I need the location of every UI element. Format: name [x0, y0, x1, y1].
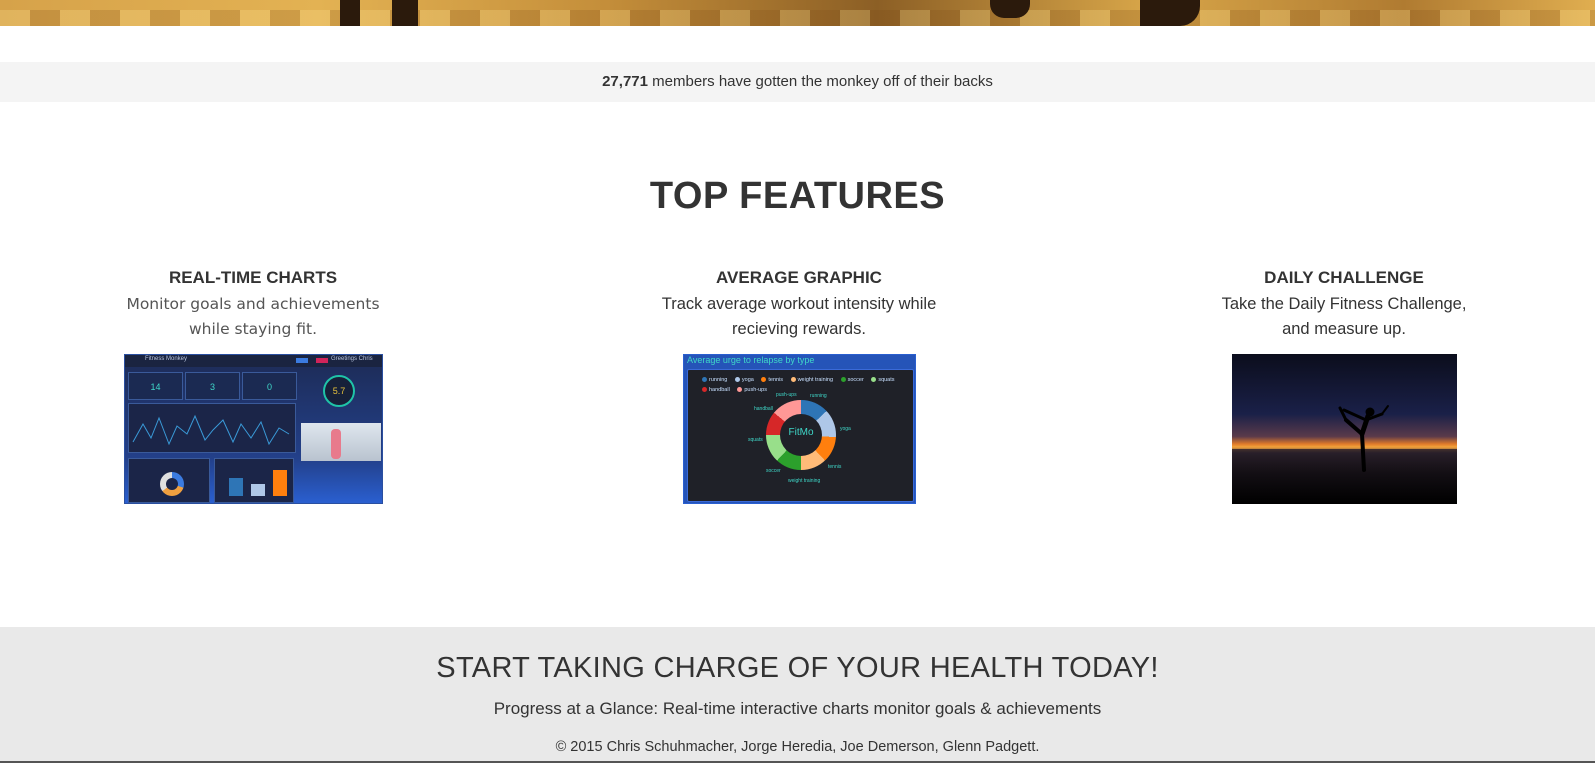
dashboard-stat-value: 14 [150, 382, 161, 392]
feature-real-time-charts: REAL-TIME CHARTS Monitor goals and achie… [63, 268, 443, 342]
hero-silhouette [990, 0, 1030, 18]
hero-water-texture [0, 10, 1595, 26]
donut-slice-label: yoga [840, 426, 851, 432]
donut-slice-label: push-ups [776, 392, 797, 398]
feature-description-line: Track average workout intensity while [661, 295, 937, 313]
dashboard-gauge: 5.7 [323, 375, 355, 407]
dashboard-stat: 14 [128, 372, 183, 400]
dashboard-donut-panel [128, 458, 210, 503]
dashboard-runner-photo [301, 423, 381, 461]
donut-slice-label: weight training [788, 478, 821, 484]
legend-item: tennis [761, 375, 783, 385]
dashboard-stat: 3 [185, 372, 240, 400]
dashboard-screenshot-image: Fitness Monkey Greetings Chris 14 3 0 5.… [124, 354, 383, 504]
dashboard-stat-value: 0 [266, 382, 272, 392]
legend-item: handball [702, 385, 730, 395]
dashboard-bar [251, 484, 265, 496]
feature-description-line: recieving rewards. [732, 320, 866, 338]
dashboard-donut [160, 472, 184, 496]
dashboard-topbar: Fitness Monkey Greetings Chris [125, 355, 382, 367]
dashboard-stat-value: 3 [209, 382, 215, 392]
donut-slice-label: handball [754, 406, 773, 412]
feature-description-line: while staying fit. [188, 320, 318, 338]
runner-figure [331, 429, 341, 459]
average-chart-legend: running yoga tennis weight training socc… [702, 375, 901, 395]
feature-description-line: Monitor goals and achievements [126, 295, 380, 313]
hero-silhouette [1140, 0, 1200, 26]
hero-silhouette [392, 0, 418, 26]
members-text: members have gotten the monkey off of th… [647, 73, 993, 90]
legend-item: squats [871, 375, 895, 385]
dashboard-stat: 0 [242, 372, 297, 400]
legend-item: push-ups [737, 385, 767, 395]
donut-slice-label: running [810, 393, 827, 399]
line-chart-svg [132, 414, 290, 446]
donut-slice-label: tennis [828, 464, 842, 470]
members-counter-bar: 27,771 members have gotten the monkey of… [0, 62, 1595, 102]
dashboard-app-name: Fitness Monkey [145, 356, 188, 362]
dashboard-bar [273, 470, 287, 496]
feature-average-graphic: AVERAGE GRAPHIC Track average workout in… [609, 268, 989, 342]
feature-description-line: Take the Daily Fitness Challenge, [1221, 295, 1467, 313]
hero-image-strip [0, 0, 1595, 26]
hero-silhouette [340, 0, 360, 26]
members-count: 27,771 [602, 73, 648, 90]
average-chart-panel: running yoga tennis weight training socc… [687, 369, 914, 502]
legend-item: weight training [790, 375, 833, 385]
dashboard-line-chart [128, 403, 296, 453]
average-graphic-image: Average urge to relapse by type running … [683, 354, 916, 504]
feature-heading: REAL-TIME CHARTS [168, 268, 338, 287]
dashboard-button [316, 358, 328, 363]
copyright-text: © 2015 Chris Schuhmacher, Jorge Heredia,… [555, 739, 1040, 755]
call-to-action-footer: START TAKING CHARGE OF YOUR HEALTH TODAY… [0, 627, 1595, 763]
feature-heading: AVERAGE GRAPHIC [716, 268, 882, 287]
dashboard-bar [229, 478, 243, 496]
feature-daily-challenge: DAILY CHALLENGE Take the Daily Fitness C… [1154, 268, 1534, 342]
dashboard-greeting: Greetings Chris [331, 356, 373, 362]
average-chart-title: Average urge to relapse by type [687, 355, 815, 365]
legend-item: running [702, 375, 727, 385]
donut-slice-label: soccer [766, 468, 781, 474]
line-chart-line [132, 414, 290, 446]
legend-item: yoga [734, 375, 754, 385]
feature-description-line: and measure up. [1282, 320, 1406, 338]
legend-item: soccer [840, 375, 864, 385]
donut-slice-label: squats [748, 437, 763, 443]
dashboard-button [296, 358, 308, 363]
cta-subtitle: Progress at a Glance: Real-time interact… [493, 699, 1102, 718]
daily-challenge-yoga-image [1232, 354, 1457, 504]
dashboard-bar-panel [214, 458, 294, 503]
yoga-silhouette-figure [1338, 405, 1389, 472]
average-donut-center-label: FitMo [788, 427, 814, 438]
feature-heading: DAILY CHALLENGE [1264, 268, 1424, 287]
top-features-title: TOP FEATURES [649, 175, 946, 217]
cta-heading: START TAKING CHARGE OF YOUR HEALTH TODAY… [436, 652, 1159, 684]
